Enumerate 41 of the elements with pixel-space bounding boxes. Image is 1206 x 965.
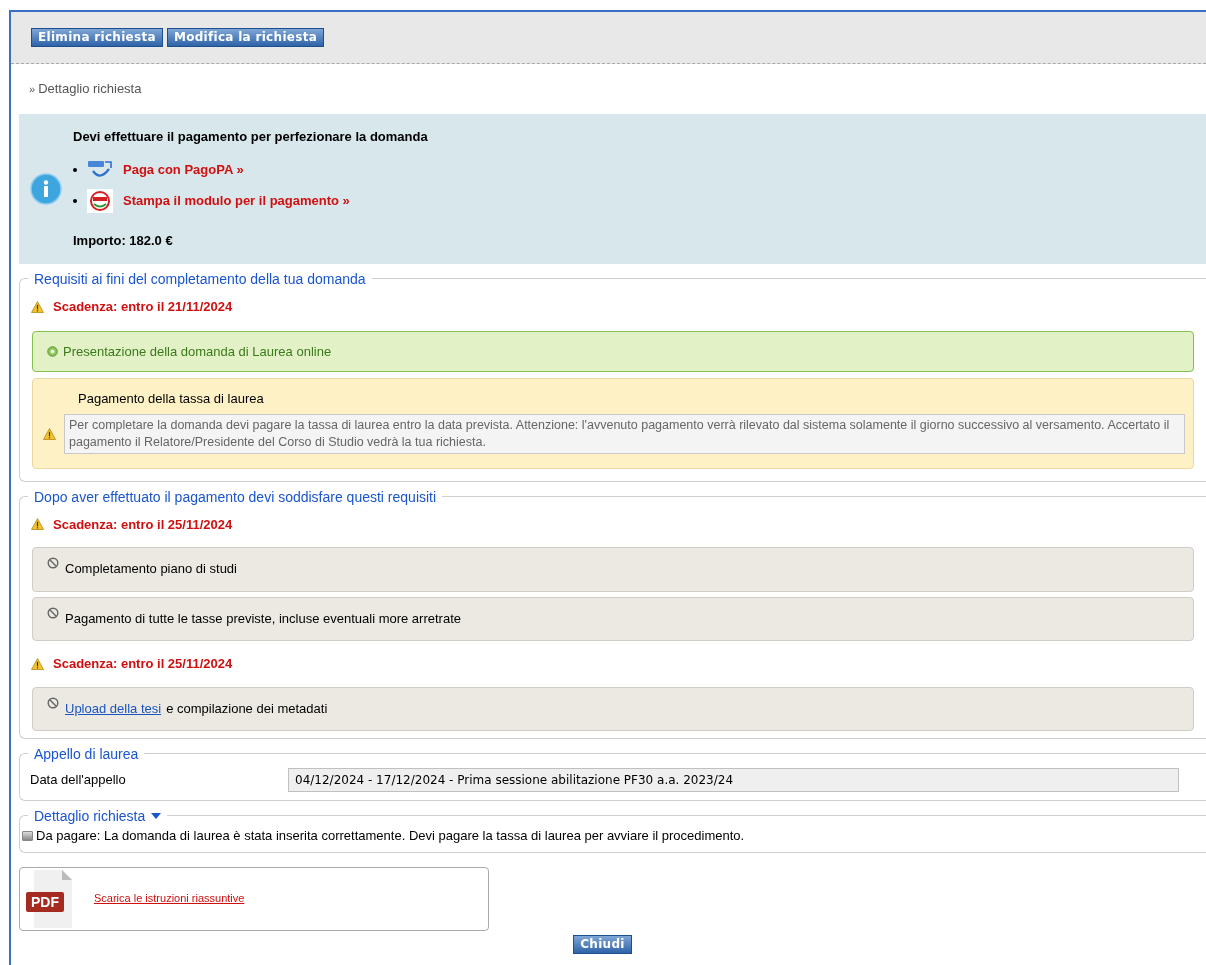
bullet-icon xyxy=(73,167,77,172)
requirement-title: Pagamento della tassa di laurea xyxy=(78,390,265,408)
section-title: Appello di laurea xyxy=(34,745,139,764)
status-text: Da pagare: La domanda di laurea è stata inserita correttamente. Devi pagare la tassa di laurea per avviare il procedimento. xyxy=(36,827,745,845)
breadcrumb-marker: » xyxy=(29,81,36,97)
payment-link[interactable]: Paga con PagoPA » xyxy=(123,159,244,180)
breadcrumb-text: Dettaglio richiesta xyxy=(38,80,142,99)
info-icon xyxy=(30,173,62,205)
status-dot-icon xyxy=(47,345,58,357)
prohibited-icon xyxy=(47,606,59,619)
section-title: Dettaglio richiesta xyxy=(34,807,146,826)
prohibited-icon xyxy=(47,557,59,569)
toolbar-button[interactable]: Modifica la richiesta xyxy=(166,28,325,47)
warning-icon xyxy=(31,657,44,670)
status-icon xyxy=(22,830,33,841)
upload-link[interactable]: Upload della tesi xyxy=(65,698,162,718)
payment-link[interactable]: Stampa il modulo per il pagamento » xyxy=(123,190,350,211)
prohibited-icon xyxy=(47,696,59,709)
deadline-text: Scadenza: entro il 21/11/2024 xyxy=(53,298,233,316)
toolbar-button[interactable]: Elimina richiesta xyxy=(31,28,163,47)
warning-icon xyxy=(31,300,44,313)
deadline-text: Scadenza: entro il 25/11/2024 xyxy=(53,655,233,673)
warning-icon xyxy=(43,427,56,440)
appello-field: 04/12/2024 - 17/12/2024 - Prima sessione abilitazione PF30 a.a. 2023/24 xyxy=(288,768,1179,792)
bullet-icon xyxy=(73,198,77,203)
requirement-text: Completamento piano di studi xyxy=(65,560,237,578)
warning-icon xyxy=(31,518,44,531)
payment-amount: Importo: 182.0 € xyxy=(73,231,174,250)
section-title: Requisiti ai fini del completamento della tua domanda xyxy=(34,270,366,289)
requirement-description: Per completare la domanda devi pagare la tassa di laurea entro la data prevista. Attenzione: l'avvenuto pagamento verrà rilevato dal sistema solamente il giorno successivo al versamento. Accertato il pagamento il Relatore/Presidente del Corso di Studio vedrà la tua richiesta. xyxy=(64,413,1185,454)
requirement-text: e compilazione dei metadati xyxy=(166,699,328,718)
download-link[interactable]: Scarica le istruzioni riassuntive xyxy=(94,890,245,907)
caret-icon[interactable] xyxy=(151,813,162,820)
section-title: Dopo aver effettuato il pagamento devi soddisfare questi requisiti xyxy=(34,487,437,507)
payment-logo-icon xyxy=(87,188,113,213)
requirement-text: Pagamento di tutte le tasse previste, incluse eventuali more arretrate xyxy=(65,609,461,628)
deadline-text: Scadenza: entro il 25/11/2024 xyxy=(53,515,233,534)
field-label: Data dell'appello xyxy=(30,771,127,790)
requirement-text: Presentazione della domanda di Laurea online xyxy=(63,342,332,361)
notice-title: Devi effettuare il pagamento per perfezionare la domanda xyxy=(73,128,428,146)
close-button[interactable]: Chiudi xyxy=(573,934,632,954)
